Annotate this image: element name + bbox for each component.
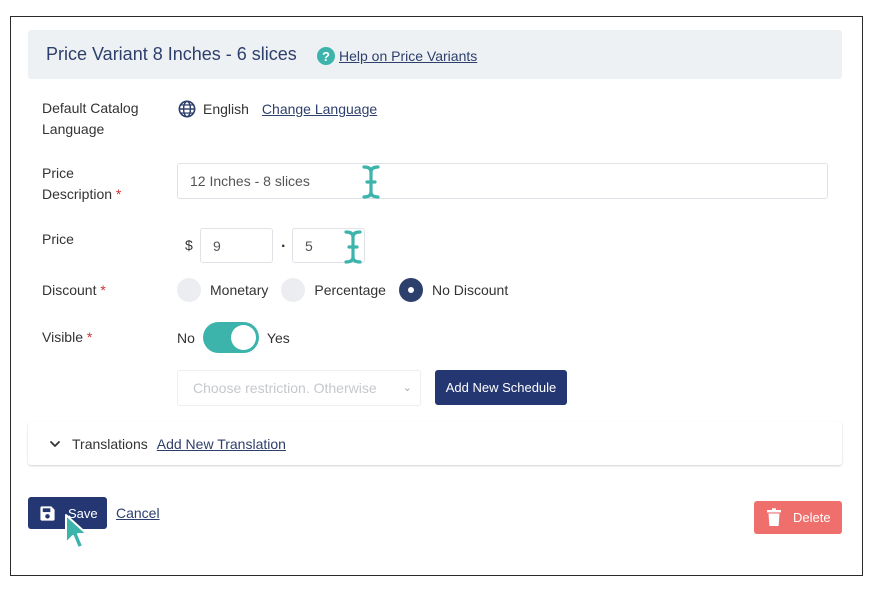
decimal-separator: . [281,234,286,251]
radio-label-monetary[interactable]: Monetary [210,282,268,298]
toggle-on-label: Yes [266,329,290,346]
form-header: Price Variant 8 Inches - 6 slices ? Help… [28,30,842,79]
price-description-label-line1: Price [42,165,74,181]
text-cursor-icon [362,165,380,199]
globe-icon [178,100,196,118]
visible-label-text: Visible [42,329,83,345]
visible-toggle[interactable] [202,322,259,353]
visible-toggle-row: No Yes [177,322,290,353]
add-new-schedule-button[interactable]: Add New Schedule [435,370,567,405]
page-title: Price Variant 8 Inches - 6 slices [46,44,297,64]
translations-section: Translations Add New Translation [28,422,842,465]
price-description-label: Price Description * [42,163,121,205]
price-label: Price [42,231,74,247]
catalog-language-label: Default Catalog Language [42,98,139,140]
delete-button-label: Delete [793,510,831,525]
discount-label-text: Discount [42,282,97,298]
radio-percentage[interactable] [281,278,306,302]
price-description-label-line2: Description [42,186,113,202]
help-link[interactable]: Help on Price Variants [339,48,477,64]
save-icon [40,505,55,521]
radio-label-percentage[interactable]: Percentage [314,282,386,298]
restriction-select-placeholder: Choose restriction. Otherwise [193,380,377,396]
restriction-select[interactable]: Choose restriction. Otherwise ⌄ [177,370,421,406]
catalog-language-label-line2: Language [42,121,105,137]
add-new-translation-link[interactable]: Add New Translation [157,436,286,452]
required-mark: * [115,186,122,202]
toggle-off-label: No [177,329,195,346]
catalog-language-label-line1: Default Catalog [42,100,139,116]
toggle-knob [230,325,256,350]
language-value: English [203,101,249,117]
chevron-down-icon[interactable] [48,437,62,451]
question-circle-icon[interactable]: ? [317,47,335,65]
radio-no-discount[interactable] [398,278,423,302]
help-section: ? Help on Price Variants [317,47,477,65]
discount-label: Discount * [42,280,106,301]
price-integer-input[interactable]: 9 [200,228,273,263]
price-description-input[interactable]: 12 Inches - 8 slices [177,163,828,199]
mouse-pointer-icon [65,514,88,549]
chevron-down-icon: ⌄ [402,382,412,394]
change-language-link[interactable]: Change Language [262,101,377,117]
cancel-link[interactable]: Cancel [116,505,160,521]
catalog-language-row: English Change Language [178,100,377,118]
translations-label[interactable]: Translations [72,436,148,452]
delete-button[interactable]: Delete [754,501,842,534]
trash-icon [767,508,781,526]
required-mark: * [86,329,93,345]
required-mark: * [100,282,106,298]
currency-symbol: $ [185,237,193,253]
discount-radio-group: Monetary Percentage No Discount [177,278,521,302]
radio-monetary[interactable] [177,278,201,302]
radio-label-no-discount[interactable]: No Discount [432,282,508,298]
text-cursor-icon [344,230,362,264]
visible-label: Visible * [42,327,92,348]
